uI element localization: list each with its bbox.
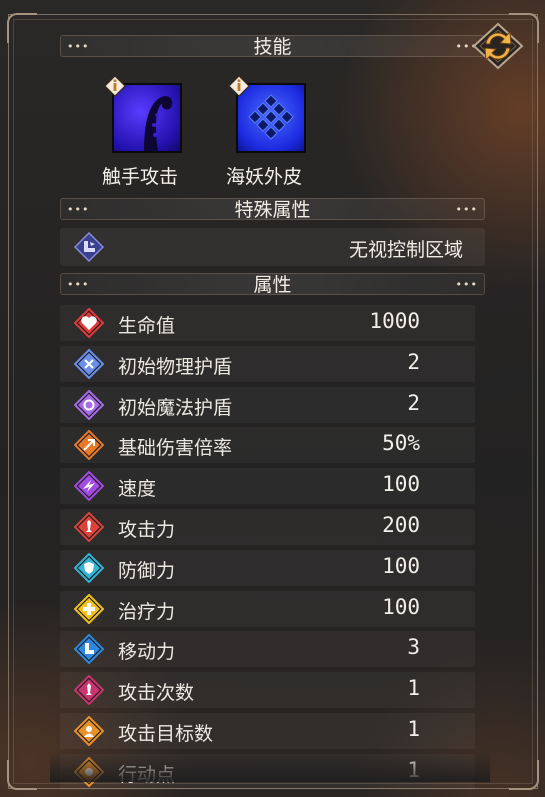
attack-icon [74, 512, 104, 542]
special-header: ••• 特殊属性 ••• [60, 198, 485, 220]
heal-icon [74, 593, 104, 624]
attack-count-icon [74, 675, 104, 706]
attributes-title: 属性 [253, 274, 292, 296]
physical-shield-icon [74, 348, 104, 379]
attribute-label: 生命值 [118, 315, 176, 337]
attribute-row[interactable]: 初始物理护盾 2 [60, 345, 475, 382]
target-count-icon [74, 716, 104, 746]
attribute-row[interactable]: 治疗力 100 [60, 590, 475, 627]
skill-name: 海妖外皮 [226, 166, 303, 188]
boot-arrow-icon [74, 232, 104, 262]
skills-header: ••• 技能 ••• [60, 35, 485, 57]
attribute-value: 100 [382, 553, 420, 578]
heart-icon [74, 308, 104, 338]
skill-tentacle-attack[interactable] [104, 75, 182, 153]
attributes-header: ••• 属性 ••• [60, 273, 485, 295]
attribute-value: 2 [407, 349, 420, 374]
attribute-value: 2 [407, 390, 420, 415]
attribute-row[interactable]: 初始魔法护盾 2 [60, 386, 475, 423]
attribute-value: 1 [407, 717, 420, 741]
attribute-value: 3 [407, 635, 420, 660]
attribute-label: 防御力 [118, 559, 176, 582]
attribute-label: 速度 [118, 478, 157, 501]
skill-name: 触手攻击 [102, 166, 179, 188]
special-trait-row[interactable]: 无视控制区域 [60, 228, 485, 266]
attribute-row[interactable]: 基础伤害倍率 50% [60, 427, 475, 464]
attribute-label: 初始物理护盾 [118, 355, 233, 378]
attribute-label: 移动力 [118, 641, 176, 664]
attribute-value: 100 [382, 594, 420, 619]
panel-corner [7, 13, 37, 43]
swap-icon [472, 22, 524, 70]
move-icon [74, 634, 104, 665]
attribute-row[interactable]: 移动力 3 [60, 631, 475, 668]
attribute-value: 1 [407, 676, 420, 701]
attribute-value: 50% [382, 431, 420, 456]
info-icon [104, 75, 126, 97]
panel-corner [509, 760, 539, 790]
speed-icon [74, 471, 104, 502]
panel-corner [7, 760, 37, 790]
special-trait-text: 无视控制区域 [348, 239, 463, 261]
special-title: 特殊属性 [234, 199, 311, 221]
attribute-value: 200 [382, 513, 420, 537]
attribute-row[interactable]: 攻击力 200 [60, 509, 475, 545]
skill-info-button[interactable] [228, 75, 250, 97]
skills-title: 技能 [253, 36, 292, 58]
attribute-label: 基础伤害倍率 [118, 437, 233, 460]
attribute-row[interactable]: 速度 100 [60, 468, 475, 505]
attribute-label: 攻击次数 [118, 682, 195, 705]
skill-info-button[interactable] [104, 75, 126, 97]
defense-icon [74, 552, 104, 583]
attribute-row[interactable]: 攻击次数 1 [60, 672, 475, 709]
attribute-label: 初始魔法护盾 [118, 396, 233, 419]
header-dots-right: ••• [455, 278, 478, 291]
attribute-value: 1000 [369, 309, 420, 333]
info-icon [228, 75, 250, 97]
scroll-fade [50, 752, 490, 782]
skill-siren-skin[interactable] [228, 75, 306, 153]
attribute-row[interactable]: 攻击目标数 1 [60, 713, 475, 749]
attribute-row[interactable]: 防御力 100 [60, 549, 475, 586]
attribute-label: 攻击力 [118, 519, 176, 541]
attribute-value: 100 [382, 472, 420, 497]
attribute-label: 治疗力 [118, 600, 176, 623]
swap-button[interactable] [470, 22, 526, 70]
damage-rate-icon [74, 430, 104, 461]
magic-shield-icon [74, 389, 104, 420]
attribute-label: 攻击目标数 [118, 723, 214, 745]
header-dots-right: ••• [455, 203, 478, 216]
attribute-row[interactable]: 生命值 1000 [60, 305, 475, 341]
